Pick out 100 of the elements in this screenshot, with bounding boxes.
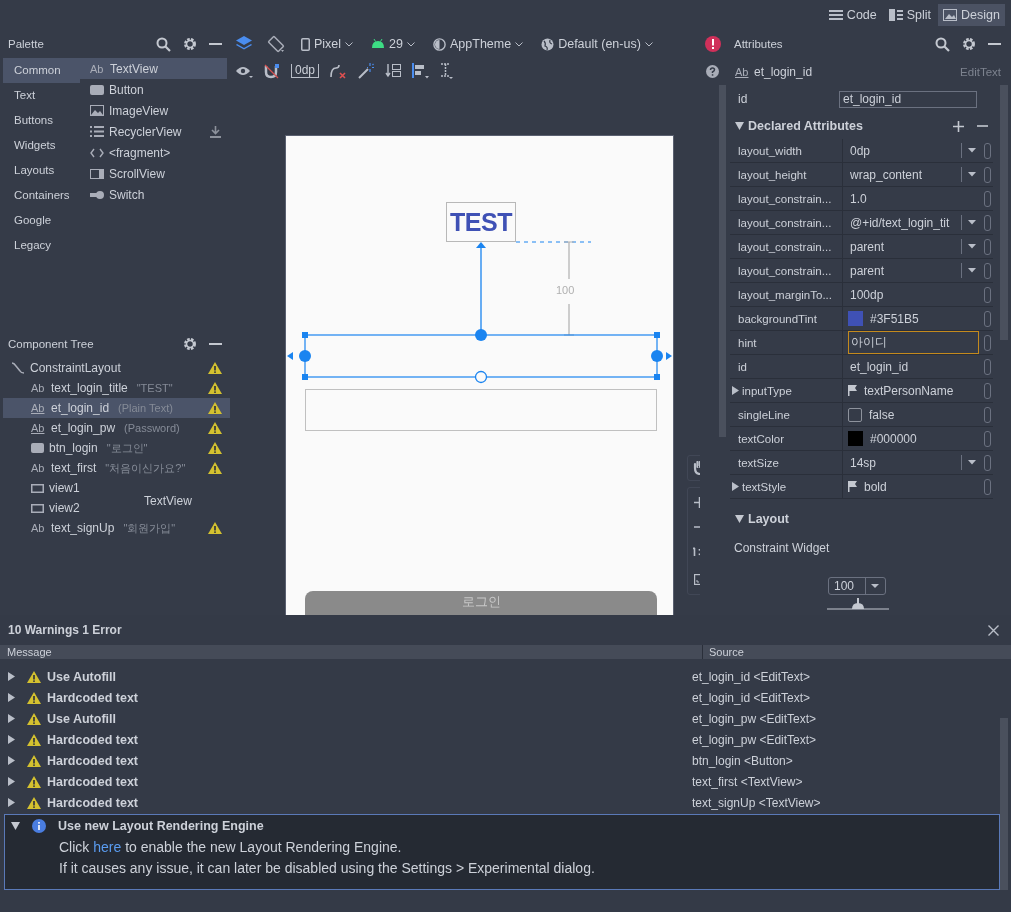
tree-item[interactable]: Ab text_login_title "TEST": [3, 378, 230, 398]
attribute-value[interactable]: textPersonName: [862, 381, 979, 400]
tree-item[interactable]: view2: [3, 498, 88, 518]
minimize-icon[interactable]: [988, 42, 1001, 46]
palette-category[interactable]: Containers: [3, 183, 80, 208]
palette-category[interactable]: Legacy: [3, 233, 80, 258]
expand-icon[interactable]: [8, 714, 15, 723]
dropdown-icon[interactable]: [961, 239, 979, 254]
collapse-icon[interactable]: [735, 122, 744, 130]
attribute-value[interactable]: bold: [862, 477, 979, 496]
dropdown-icon[interactable]: [961, 215, 979, 230]
theme-dropdown[interactable]: AppTheme: [431, 35, 526, 53]
expand-icon[interactable]: [8, 798, 15, 807]
expand-icon[interactable]: [732, 386, 739, 395]
palette-category[interactable]: Layouts: [3, 158, 80, 183]
view-mode-button[interactable]: Design: [938, 4, 1005, 26]
search-icon[interactable]: [156, 36, 171, 52]
close-icon[interactable]: [988, 624, 999, 636]
settings-icon[interactable]: [183, 37, 197, 51]
palette-item[interactable]: RecyclerView: [80, 121, 227, 142]
attribute-value[interactable]: wrap_content: [848, 165, 956, 184]
attribute-value[interactable]: @+id/text_login_tit: [848, 213, 956, 232]
device-dropdown[interactable]: Pixel: [299, 35, 356, 53]
attribute-value[interactable]: parent: [848, 261, 956, 280]
zoom-out-icon[interactable]: [694, 526, 700, 529]
error-icon[interactable]: [703, 35, 722, 53]
column-header[interactable]: Message: [0, 645, 703, 659]
dropdown-icon[interactable]: [961, 143, 979, 158]
search-icon[interactable]: [935, 36, 950, 52]
attribute-value[interactable]: false: [867, 405, 979, 424]
default-margin-field[interactable]: 0dp: [291, 64, 320, 78]
minimize-icon[interactable]: [209, 342, 222, 346]
problem-message[interactable]: Hardcoded text: [47, 753, 680, 768]
attribute-value[interactable]: 아이디: [848, 331, 979, 354]
palette-item[interactable]: <fragment>: [80, 142, 227, 163]
tree-item[interactable]: view1: [3, 478, 88, 498]
tree-item[interactable]: ConstraintLayout: [3, 358, 230, 378]
tree-item[interactable]: Ab text_first "처음이신가요?": [3, 458, 230, 478]
expand-icon[interactable]: [11, 822, 20, 830]
eye-icon[interactable]: [235, 64, 253, 78]
tree-item[interactable]: Ab text_signUp "회원가입": [3, 518, 230, 538]
anchor-handle[interactable]: [651, 350, 663, 362]
margin-dropdown[interactable]: 100: [828, 577, 886, 595]
problem-source[interactable]: et_login_id <EditText>: [692, 690, 811, 705]
api-level-dropdown[interactable]: 29: [369, 35, 417, 53]
problem-message[interactable]: Hardcoded text: [47, 795, 680, 810]
tree-item[interactable]: Ab et_login_id (Plain Text): [3, 398, 230, 418]
tree-item[interactable]: btn_login "로그인": [3, 438, 230, 458]
constraint-widget-drawing[interactable]: [827, 598, 889, 610]
attribute-value[interactable]: 100dp: [848, 285, 979, 304]
checkbox[interactable]: [848, 407, 862, 422]
problem-message[interactable]: Hardcoded text: [47, 774, 680, 789]
align-icon[interactable]: [412, 63, 430, 79]
expand-icon[interactable]: [8, 777, 15, 786]
dropdown-icon[interactable]: [961, 263, 979, 278]
layers-icon[interactable]: [235, 36, 253, 52]
palette-category[interactable]: Common: [3, 58, 80, 83]
palette-category[interactable]: Buttons: [3, 108, 80, 133]
problem-message[interactable]: Hardcoded text: [47, 732, 680, 747]
view-mode-button[interactable]: Code: [823, 4, 882, 26]
add-icon[interactable]: [953, 120, 964, 132]
palette-item[interactable]: ImageView: [80, 100, 227, 121]
id-field[interactable]: et_login_id: [839, 90, 977, 108]
problem-source[interactable]: et_login_pw <EditText>: [692, 711, 817, 726]
view-mode-button[interactable]: Split: [883, 4, 937, 26]
column-header[interactable]: Source: [703, 645, 744, 659]
palette-category[interactable]: Text: [3, 83, 80, 108]
problem-message[interactable]: Use Autofill: [47, 669, 680, 684]
guideline-icon[interactable]: [440, 63, 455, 79]
problem-source[interactable]: text_first <TextView>: [692, 774, 803, 789]
settings-icon[interactable]: [962, 37, 976, 51]
attribute-value[interactable]: #3F51B5: [868, 309, 979, 328]
resize-handle[interactable]: [302, 332, 308, 338]
problem-message[interactable]: Hardcoded text: [47, 690, 680, 705]
magnet-icon[interactable]: [264, 63, 280, 79]
scrollbar[interactable]: [1000, 718, 1008, 890]
attribute-value[interactable]: 0dp: [848, 141, 956, 160]
problem-source[interactable]: et_login_pw <EditText>: [692, 732, 817, 747]
expand-icon[interactable]: [8, 735, 15, 744]
attribute-value[interactable]: 14sp: [848, 453, 956, 472]
tree-item[interactable]: Ab et_login_pw (Password): [3, 418, 230, 438]
collapse-icon[interactable]: [735, 515, 744, 523]
problem-source[interactable]: et_login_id <EditText>: [692, 669, 811, 684]
help-icon[interactable]: [706, 65, 719, 78]
color-swatch[interactable]: [848, 311, 863, 326]
section-header[interactable]: Layout: [730, 499, 1000, 527]
rotate-icon[interactable]: [267, 35, 285, 53]
anchor-handle[interactable]: [474, 370, 488, 384]
expand-icon[interactable]: [8, 693, 15, 702]
pack-icon[interactable]: [385, 63, 402, 79]
attribute-value[interactable]: 1.0: [848, 189, 979, 208]
magic-wand-icon[interactable]: [358, 63, 375, 79]
anchor-handle[interactable]: [475, 329, 487, 341]
expand-icon[interactable]: [8, 672, 15, 681]
palette-item[interactable]: Ab TextView: [80, 58, 227, 79]
anchor-handle[interactable]: [299, 350, 311, 362]
expand-icon[interactable]: [732, 482, 739, 491]
minimize-icon[interactable]: [209, 42, 222, 46]
attribute-value[interactable]: et_login_id: [848, 357, 979, 376]
problem-message[interactable]: Use Autofill: [47, 711, 680, 726]
